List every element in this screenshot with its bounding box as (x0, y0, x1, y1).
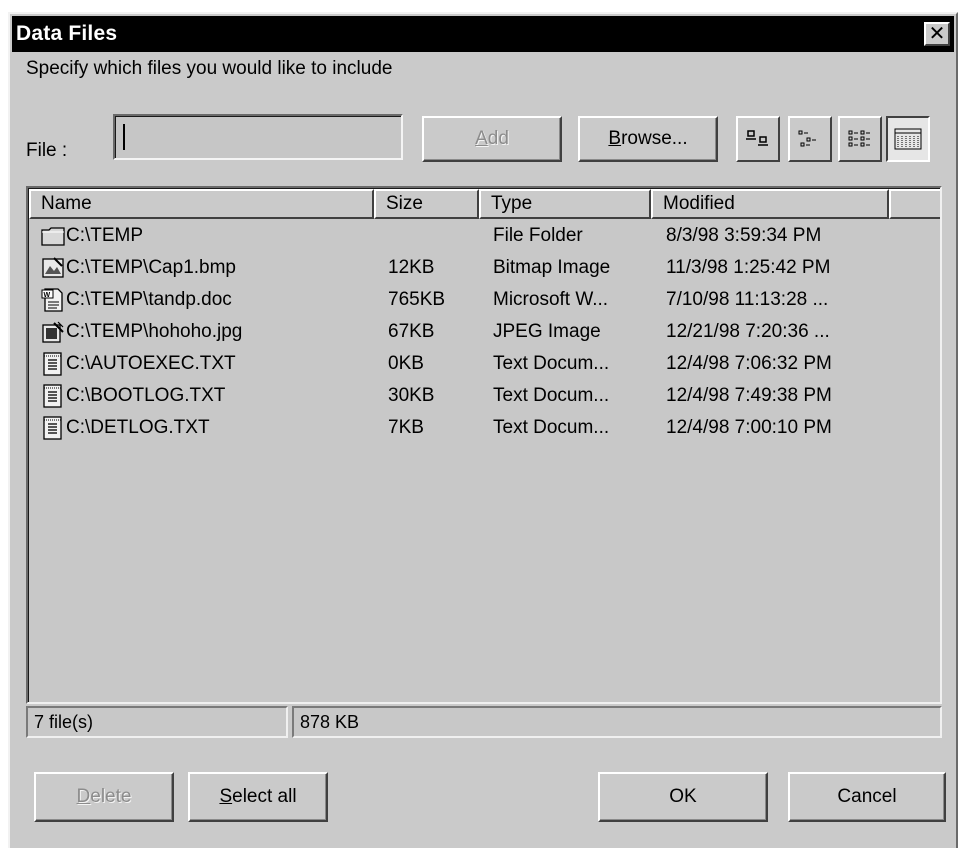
file-name: C:\TEMP\tandp.doc (66, 289, 232, 310)
instruction-text: Specify which files you would like to in… (26, 58, 393, 79)
status-total-size: 878 KB (292, 706, 942, 738)
list-item[interactable]: C:\TEMP File Folder 8/3/98 3:59:34 PM (28, 222, 928, 252)
list-item[interactable]: C:\TEMP\Cap1.bmp 12KB Bitmap Image 11/3/… (28, 254, 928, 284)
select-all-button[interactable]: Select all (188, 772, 328, 822)
small-icons-view-button[interactable] (788, 116, 832, 162)
text-document-icon (43, 416, 62, 440)
file-type: Text Docum... (493, 385, 610, 406)
large-icons-view-icon (746, 130, 768, 146)
file-type: Text Docum... (493, 353, 610, 374)
folder-icon (41, 227, 65, 246)
file-modified: 12/4/98 7:06:32 PM (666, 353, 832, 374)
column-header-modified[interactable]: Modified (651, 189, 889, 219)
add-button[interactable]: Add (422, 116, 562, 162)
file-type: Text Docum... (493, 417, 610, 438)
word-document-icon: W (41, 288, 63, 312)
file-input-field[interactable] (115, 116, 401, 158)
file-type: Bitmap Image (493, 257, 611, 278)
large-icons-view-button[interactable] (736, 116, 780, 162)
close-button[interactable]: ✕ (924, 22, 950, 46)
file-modified: 12/21/98 7:20:36 ... (666, 321, 830, 342)
select-all-label-rest: elect all (232, 786, 297, 807)
file-size: 30KB (388, 385, 435, 406)
details-view-button[interactable] (886, 116, 930, 162)
list-view-icon (848, 130, 870, 147)
svg-text:W: W (44, 292, 51, 299)
add-label-rest: dd (487, 128, 509, 149)
file-modified: 11/3/98 1:25:42 PM (666, 257, 831, 278)
list-header: Name Size Type Modified (29, 189, 940, 219)
file-type: File Folder (493, 225, 583, 246)
file-name: C:\TEMP\hohoho.jpg (66, 321, 243, 342)
file-type: JPEG Image (493, 321, 601, 342)
browse-accel: B (608, 128, 622, 149)
file-size: 67KB (388, 321, 435, 342)
file-modified: 7/10/98 11:13:28 ... (666, 289, 829, 310)
file-label: File : (26, 140, 68, 161)
file-name: C:\DETLOG.TXT (66, 417, 210, 438)
small-icons-view-icon (798, 130, 816, 147)
file-size: 0KB (388, 353, 424, 374)
file-name: C:\TEMP (66, 225, 144, 246)
window-title: Data Files (16, 22, 118, 45)
delete-button[interactable]: Delete (34, 772, 174, 822)
file-size: 765KB (388, 289, 446, 310)
column-header-type[interactable]: Type (479, 189, 651, 219)
column-header-filler (889, 189, 940, 219)
add-accel: A (475, 128, 488, 149)
file-name: C:\BOOTLOG.TXT (66, 385, 226, 406)
file-name: C:\TEMP\Cap1.bmp (66, 257, 236, 278)
details-view-icon (894, 128, 922, 150)
file-size: 12KB (388, 257, 435, 278)
browse-label-rest: rowse... (621, 128, 688, 149)
text-document-icon (43, 384, 62, 408)
file-modified: 12/4/98 7:49:38 PM (666, 385, 832, 406)
list-item[interactable]: W C:\TEMP\tandp.doc 765KB Microsoft W...… (28, 286, 928, 316)
list-view-button[interactable] (838, 116, 882, 162)
delete-accel: D (76, 786, 91, 807)
file-input[interactable] (113, 114, 403, 160)
file-name: C:\AUTOEXEC.TXT (66, 353, 236, 374)
cancel-button[interactable]: Cancel (788, 772, 946, 822)
title-bar[interactable]: Data Files ✕ (12, 16, 954, 52)
list-item[interactable]: C:\TEMP\hohoho.jpg 67KB JPEG Image 12/21… (28, 318, 928, 348)
column-header-name[interactable]: Name (29, 189, 374, 219)
file-type: Microsoft W... (493, 289, 609, 310)
file-list[interactable]: Name Size Type Modified C:\TEMP File Fol… (26, 186, 942, 704)
status-file-count: 7 file(s) (26, 706, 288, 738)
delete-label-rest: elete (90, 786, 132, 807)
ok-button[interactable]: OK (598, 772, 768, 822)
list-item[interactable]: C:\DETLOG.TXT 7KB Text Docum... 12/4/98 … (28, 414, 928, 444)
jpeg-image-icon (42, 321, 64, 343)
bitmap-image-icon (42, 257, 64, 278)
browse-button[interactable]: Browse... (578, 116, 718, 162)
list-item[interactable]: C:\AUTOEXEC.TXT 0KB Text Docum... 12/4/9… (28, 350, 928, 380)
file-size: 7KB (388, 417, 424, 438)
column-header-size[interactable]: Size (374, 189, 479, 219)
file-modified: 12/4/98 7:00:10 PM (666, 417, 832, 438)
close-icon: ✕ (928, 23, 946, 45)
list-item[interactable]: C:\BOOTLOG.TXT 30KB Text Docum... 12/4/9… (28, 382, 928, 412)
file-modified: 8/3/98 3:59:34 PM (666, 225, 822, 246)
text-document-icon (43, 352, 62, 376)
select-all-accel: S (219, 786, 233, 807)
